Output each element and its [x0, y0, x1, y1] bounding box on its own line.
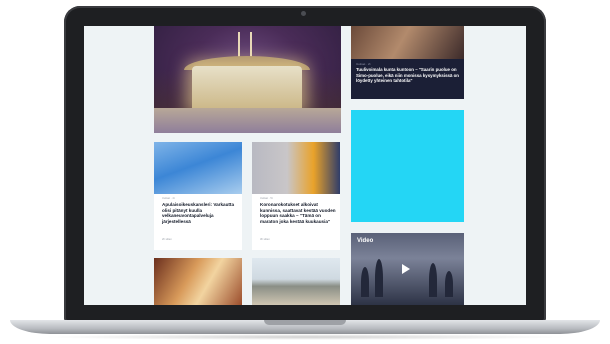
article-card[interactable]: Uutiset · 4t Apulaisoikeuskansleri: Vark… — [154, 142, 242, 250]
play-icon[interactable] — [402, 264, 410, 274]
article-image — [252, 142, 340, 194]
featured-article-card[interactable]: Uutiset · 2t Tuulivoimala kunta kuntoon … — [351, 26, 464, 99]
article-meta: Uutiset · 2t — [356, 62, 371, 66]
article-date: 3h sitten — [260, 238, 270, 241]
article-title[interactable]: Tuulivoimala kunta kuntoon – "Saarin puo… — [356, 67, 460, 84]
article-meta: Uutiset · 4t — [162, 197, 175, 200]
article-image — [154, 142, 242, 194]
laptop-notch — [264, 320, 346, 325]
article-image-thumbnail[interactable] — [252, 258, 340, 305]
article-title[interactable]: Apulaisoikeuskansleri: Varkautta olisi p… — [162, 202, 238, 224]
article-meta: Uutiset · 5t — [260, 197, 273, 200]
building — [192, 66, 302, 108]
article-image — [351, 26, 464, 59]
article-date: 2h sitten — [162, 238, 172, 241]
article-card[interactable]: Uutiset · 5t Koronarokotukset alkoivat k… — [252, 142, 340, 250]
news-screen: Uutiset · 2t Tuulivoimala kunta kuntoon … — [84, 26, 526, 305]
camera-icon — [301, 11, 306, 16]
article-title[interactable]: Koronarokotukset alkoivat kunnissa, saat… — [260, 202, 336, 224]
laptop-shadow — [40, 334, 570, 340]
snowy-ground — [154, 108, 341, 133]
article-image-thumbnail[interactable] — [154, 258, 242, 305]
tree — [429, 263, 437, 297]
advertisement-banner[interactable] — [351, 110, 464, 222]
tree — [361, 267, 369, 297]
hero-image-town-hall[interactable] — [154, 26, 341, 133]
video-card[interactable]: Video — [351, 233, 464, 305]
tree — [445, 271, 453, 297]
video-label: Video — [357, 238, 374, 244]
tree — [375, 259, 383, 297]
